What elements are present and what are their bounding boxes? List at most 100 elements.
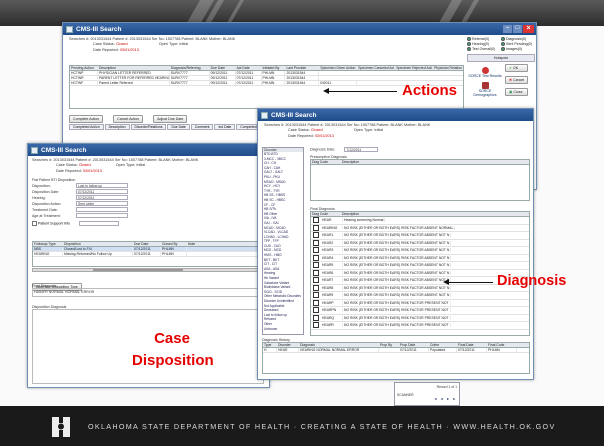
patient-support-field[interactable] [78, 221, 119, 227]
field-input[interactable]: Sent Letter [76, 201, 128, 207]
column-header: Pending Action [70, 66, 98, 70]
record-nav-buttons[interactable]: ◄ ◄ ► ► [397, 397, 457, 401]
complete-action-button[interactable]: Complete Action [69, 115, 104, 123]
tab-2[interactable]: Disorder/Relations [130, 124, 167, 130]
table-row[interactable]: HEAR5 NO RISK (EITHER OR BOTH EARS) RISK … [311, 262, 529, 270]
diag-code: HEAR9 [321, 293, 343, 298]
tab-3[interactable]: Due Date [167, 124, 190, 130]
table-row[interactable]: HEAR2 NO RISK (EITHER OR BOTH EARS) RISK … [311, 239, 529, 247]
tab-4[interactable]: Comment [190, 124, 214, 130]
disorder-list[interactable]: Disorder BTD-BTD 3-MCC - 3MCC CH - CH CAH -… [262, 147, 304, 335]
table-row[interactable]: HEARING NO RISK (EITHER OR BOTH EARS) RIS… [311, 224, 529, 232]
radio-option[interactable]: Referral(0) [467, 37, 501, 42]
diag-checkbox[interactable] [313, 277, 319, 284]
diag-checkbox[interactable] [313, 217, 319, 224]
diag-checkbox[interactable] [313, 269, 319, 276]
column-header: Type [263, 343, 277, 347]
diag-description: NO RISK (EITHER OR BOTH EARS) RISK FACTO… [344, 308, 451, 313]
ok-label: OK [513, 66, 519, 71]
diag-checkbox[interactable] [313, 224, 319, 231]
patient-support-checkbox[interactable] [32, 221, 37, 227]
diag-checkbox[interactable] [313, 262, 319, 269]
grid-scrollbar[interactable] [32, 268, 264, 272]
disorder-item[interactable]: Unknown [263, 327, 303, 332]
diag-description: NO RISK (EITHER OR BOTH EARS) RISK FACTO… [344, 248, 452, 253]
table-cell: SURV7777 [170, 76, 210, 80]
cancel-button[interactable]: ✖ Cancel [505, 76, 529, 85]
test-results-icon[interactable] [481, 67, 489, 75]
radio-option[interactable]: Test Overall(0) [467, 47, 501, 52]
diag-description: NO RISK (EITHER OR BOTH EARS) RISK FACTO… [344, 285, 452, 290]
cancel-action-button[interactable]: Cancel Action [113, 115, 144, 123]
disposition-field-row: Hearing: 07/12/2011 [32, 195, 265, 201]
tab-5[interactable]: Ind Date [214, 124, 236, 130]
table-row[interactable]: HEARP NO RISK (EITHER OR BOTH EARS) RISK … [311, 299, 529, 307]
diag-checkbox[interactable] [313, 322, 319, 329]
diag-code: HEAR8 [321, 285, 343, 290]
adjust-due-date-button[interactable]: Adjust Due Date [153, 115, 188, 123]
diag-checkbox[interactable] [313, 299, 319, 306]
radio-label: Referral(0) [472, 37, 490, 41]
table-row[interactable]: HEAR9 NO RISK (EITHER OR BOTH EARS) RISK … [311, 292, 529, 300]
table-row[interactable]: HEAR4 NO RISK (EITHER OR BOTH EARS) RISK … [311, 254, 529, 262]
diag-code: HEAR3 [321, 248, 343, 253]
radio-label: Test Overall(0) [472, 47, 496, 52]
radio-option[interactable]: Hearing(0) [467, 42, 501, 47]
table-row[interactable]: H HEAR HEARING NORMAL NORMAL ERROR 07/12/20… [263, 348, 529, 353]
diagnosis-date-label: Diagnosis Date: [310, 147, 336, 152]
diag-description: NO RISK (EITHER OR BOTH EARS) RISK FACTO… [344, 300, 451, 305]
table-row[interactable]: HEAR3 NO RISK (EITHER OR BOTH EARS) RISK … [311, 247, 529, 255]
close-icon[interactable]: × [523, 25, 534, 33]
minimize-icon[interactable]: – [503, 25, 512, 33]
tab-0[interactable]: Completed Action [69, 124, 104, 130]
diag-code: HEAR [321, 218, 343, 223]
diag-code: HEAR7 [321, 278, 343, 283]
diag-checkbox[interactable] [313, 239, 319, 246]
date-reported-label: Date Reported: [288, 133, 314, 138]
diag-checkbox[interactable] [313, 307, 319, 314]
table-row[interactable]: HEARQ NO RISK (EITHER OR BOTH EARS) RISK … [311, 314, 529, 322]
ok-button[interactable]: ✔ OK [505, 64, 529, 73]
diag-description: Hearing screening Normal [344, 218, 386, 223]
table-row[interactable]: HEARING Missing-Returned/No Follow Up 07/1… [33, 252, 263, 257]
demographics-icon[interactable] [481, 82, 489, 90]
diag-code: HEARP [321, 300, 343, 305]
title-bar: CMS-III Search [258, 109, 533, 121]
column-header: Final Date [457, 343, 487, 347]
case-info: Searches #: 2013031544 Patient #: 201303… [258, 121, 533, 141]
demographics-link[interactable]: SORCE Demographics [467, 89, 503, 97]
diag-checkbox[interactable] [313, 284, 319, 291]
field-value: Sent Letter [78, 202, 95, 207]
table-cell: IN2011 [319, 81, 358, 85]
close-button[interactable]: ▣ Close [505, 88, 529, 97]
field-input[interactable]: 07/12/2011 [76, 195, 128, 201]
diag-checkbox[interactable] [313, 247, 319, 254]
diag-checkbox[interactable] [313, 232, 319, 239]
cms-search-window-diagnosis: CMS-III Search Searches #: 2013031544 Pa… [257, 108, 534, 380]
table-cell: PHLMN [262, 71, 286, 75]
field-input[interactable]: Lost to follow-up [76, 183, 128, 189]
test-results-link[interactable]: SORCE Test Results [467, 74, 503, 78]
radio-option[interactable]: Diagnosis(0) [501, 37, 535, 42]
radio-option[interactable]: Sent Pending(0) [501, 42, 535, 47]
date-reported-value: 03/01/2013 [119, 47, 139, 52]
radio-option[interactable]: Images(0) [501, 47, 535, 52]
tab-1[interactable]: Description [104, 124, 130, 130]
table-row[interactable]: HEAR Hearing screening Normal [311, 217, 529, 225]
field-input[interactable] [76, 207, 128, 213]
date-reported-label: Date Reported: [56, 168, 82, 173]
column-header: Closed By [161, 242, 187, 246]
diag-checkbox[interactable] [313, 314, 319, 321]
diag-checkbox[interactable] [313, 254, 319, 261]
radio-label: Images(0) [506, 47, 523, 52]
diag-code: HEARR [321, 323, 343, 328]
diag-checkbox[interactable] [313, 292, 319, 299]
diagnosis-date-field[interactable]: 7/12/2011 [344, 147, 379, 152]
maximize-icon[interactable]: □ [513, 25, 522, 33]
field-input[interactable]: 07/12/2011 [76, 189, 128, 195]
table-row[interactable]: HEAR1 NO RISK (EITHER OR BOTH EARS) RISK … [311, 232, 529, 240]
field-input[interactable] [76, 213, 128, 219]
table-row[interactable]: HEARPN NO RISK (EITHER OR BOTH EARS) RISK… [311, 307, 529, 315]
table-row[interactable]: HEARR NO RISK (EITHER OR BOTH EARS) RISK … [311, 322, 529, 330]
table-cell: 09/12/2011 [210, 76, 236, 80]
